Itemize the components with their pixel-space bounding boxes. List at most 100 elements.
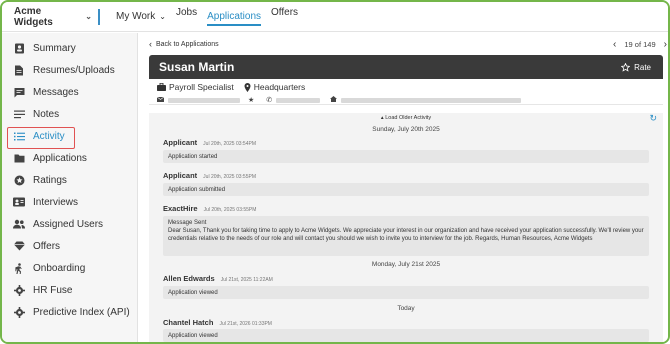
message-title: Message Sent [168, 220, 207, 226]
sidebar-item-label: Interviews [33, 196, 79, 208]
sidebar-item-label: Resumes/Uploads [33, 64, 115, 76]
sidebar-item-ratings[interactable]: Ratings [2, 170, 138, 190]
activity-timestamp: Jul 21st, 2026 01:33PM [219, 321, 272, 327]
activity-author: Applicant [163, 138, 198, 147]
sidebar-item-label: Offers [33, 240, 61, 252]
activity-message: Message Sent Dear Susan, Thank you for t… [163, 216, 649, 256]
pager-count: 19 of 149 [624, 39, 656, 49]
sidebar-item-notes[interactable]: Notes [2, 104, 138, 124]
email-icon [156, 96, 165, 104]
gear-icon [13, 284, 25, 296]
activity-entry-header: Allen Edwards Jul 21st, 2025 11:22AM [163, 274, 273, 283]
activity-timestamp: Jul 21st, 2025 11:22AM [220, 277, 273, 283]
chevron-down-icon: ⌄ [159, 12, 166, 21]
caret-up-icon: ▴ [380, 115, 384, 121]
activity-timestamp: Jul 20th, 2025 03:55PM [203, 207, 257, 213]
load-older-activity-button[interactable]: ▴ Load Older Activity [149, 115, 663, 121]
sidebar-item-applications[interactable]: Applications [2, 148, 138, 168]
sidebar: Summary Resumes/Uploads Messages Notes A… [2, 33, 138, 342]
activity-entry-header: Chantel Hatch Jul 21st, 2026 01:33PM [163, 318, 272, 327]
nav-jobs[interactable]: Jobs [176, 7, 197, 26]
divider [98, 8, 100, 25]
top-navbar: Acme Widgets ⌄ My Work ⌄ Jobs Applicatio… [2, 2, 668, 32]
chevron-left-icon: ‹ [149, 39, 152, 49]
sidebar-item-label: Messages [33, 86, 79, 98]
activity-message: Application started [163, 150, 649, 163]
job-title: Payroll Specialist [157, 82, 234, 92]
candidate-header: Susan Martin Rate [149, 55, 663, 79]
activity-message: Application submitted [163, 183, 649, 196]
sidebar-item-summary[interactable]: Summary [2, 38, 138, 58]
redacted-email [168, 97, 240, 103]
lines-icon [13, 108, 25, 120]
redacted-phone [276, 97, 321, 103]
sidebar-item-label: Summary [33, 42, 76, 54]
app-frame: Acme Widgets ⌄ My Work ⌄ Jobs Applicatio… [0, 0, 670, 344]
previous-record-button[interactable]: ‹ [613, 39, 616, 50]
sidebar-item-predictive-index[interactable]: Predictive Index (API) [2, 302, 138, 322]
home-icon [330, 96, 338, 104]
message-body: Dear Susan, Thank you for taking time to… [168, 228, 644, 243]
activity-message: Application viewed [163, 286, 649, 299]
activity-author: Allen Edwards [163, 274, 215, 283]
nav-my-work-label: My Work [116, 11, 156, 22]
back-label: Back to Applications [156, 40, 219, 48]
sidebar-item-label: Ratings [33, 174, 67, 186]
sidebar-item-interviews[interactable]: Interviews [2, 192, 138, 212]
folder-icon [13, 152, 25, 164]
star-outline-icon [621, 62, 631, 72]
sidebar-item-label: Applications [33, 152, 87, 164]
activity-entry-header: Applicant Jul 20th, 2025 03:55PM [163, 171, 256, 180]
sidebar-item-messages[interactable]: Messages [2, 82, 138, 102]
gear-icon [13, 306, 25, 318]
day-header: Sunday, July 20th 2025 [372, 126, 440, 133]
activity-entry-header: ExactHire Jul 20th, 2025 03:55PM [163, 204, 256, 213]
map-pin-icon [244, 82, 251, 92]
back-row: ‹ Back to Applications ‹ 19 of 149 › [149, 36, 668, 52]
chat-icon [13, 86, 25, 98]
candidate-name: Susan Martin [159, 60, 235, 74]
activity-message: Application viewed [163, 329, 649, 342]
record-pager: ‹ 19 of 149 › [613, 39, 668, 50]
location-text: Headquarters [253, 82, 306, 92]
sidebar-item-onboarding[interactable]: Onboarding [2, 258, 138, 278]
candidate-info: Payroll Specialist Headquarters ★ ✆ [149, 79, 663, 105]
rate-button[interactable]: Rate [621, 62, 651, 72]
star-icon: ★ [248, 97, 255, 104]
activity-author: Chantel Hatch [163, 318, 214, 327]
sidebar-item-resumes[interactable]: Resumes/Uploads [2, 60, 138, 80]
sidebar-item-label: Assigned Users [33, 218, 104, 230]
nav-offers[interactable]: Offers [271, 7, 298, 26]
activity-feed: ▴ Load Older Activity ↻ Sunday, July 20t… [149, 113, 663, 342]
next-record-button[interactable]: › [664, 39, 667, 50]
main-nav: My Work ⌄ Jobs Applications Offers [116, 7, 298, 26]
main-content: ‹ Back to Applications ‹ 19 of 149 › Sus… [139, 33, 668, 342]
document-icon [13, 64, 25, 76]
activity-timestamp: Jul 20th, 2025 03:55PM [203, 174, 256, 180]
activity-timestamp: Jul 20th, 2025 03:54PM [203, 141, 256, 147]
company-switcher[interactable]: Acme Widgets ⌄ [14, 6, 92, 28]
nav-my-work[interactable]: My Work ⌄ [116, 7, 166, 26]
activity-entry-header: Applicant Jul 20th, 2025 03:54PM [163, 138, 256, 147]
activity-highlight-box [7, 127, 75, 149]
location: Headquarters [244, 82, 306, 92]
activity-author: Applicant [163, 171, 198, 180]
refresh-icon[interactable]: ↻ [649, 113, 657, 124]
company-name: Acme Widgets [14, 5, 53, 28]
back-to-applications-link[interactable]: ‹ Back to Applications [149, 39, 219, 49]
diamond-icon [13, 240, 25, 252]
nav-applications[interactable]: Applications [207, 11, 262, 26]
activity-author: ExactHire [163, 204, 198, 213]
sidebar-item-assigned-users[interactable]: Assigned Users [2, 214, 138, 234]
rate-label: Rate [634, 62, 651, 72]
sidebar-item-hr-fuse[interactable]: HR Fuse [2, 280, 138, 300]
phone-icon: ✆ [266, 97, 273, 104]
day-header: Monday, July 21st 2025 [371, 261, 441, 268]
users-icon [13, 218, 25, 230]
chevron-down-icon: ⌄ [85, 12, 92, 21]
sidebar-item-label: Notes [33, 108, 60, 120]
sidebar-item-offers[interactable]: Offers [2, 236, 138, 256]
job-title-text: Payroll Specialist [169, 82, 234, 92]
sidebar-item-label: Predictive Index (API) [33, 306, 130, 318]
briefcase-icon [157, 83, 166, 91]
